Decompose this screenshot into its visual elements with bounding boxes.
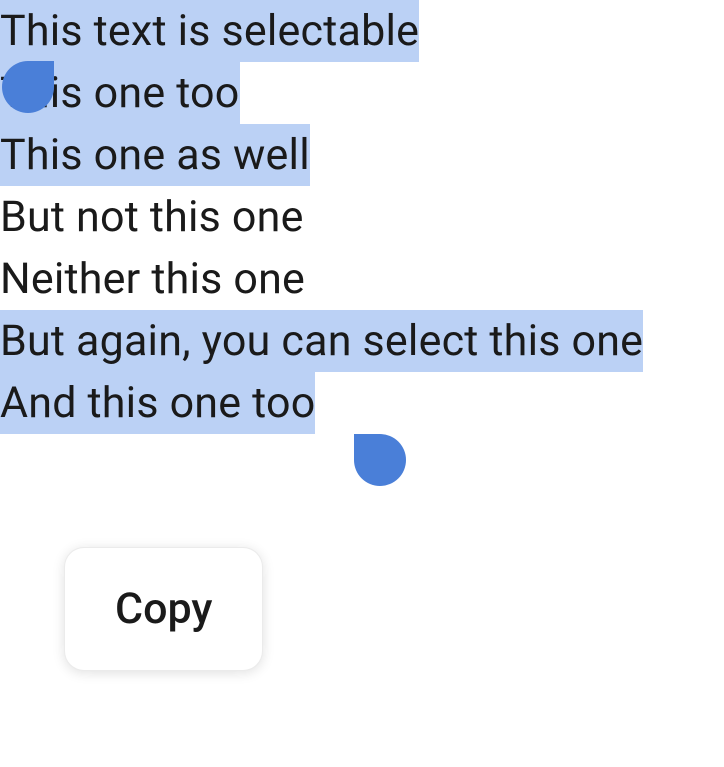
text-line-content[interactable]: But again, you can select this one xyxy=(0,310,643,372)
text-line[interactable]: This one as well xyxy=(0,124,724,186)
text-line-content[interactable]: This one as well xyxy=(0,124,310,186)
selection-start-handle-icon[interactable] xyxy=(2,61,54,113)
text-line-content[interactable]: Neither this one xyxy=(0,248,305,310)
text-line-content[interactable]: But not this one xyxy=(0,186,304,248)
text-line[interactable]: But again, you can select this one xyxy=(0,310,724,372)
text-line[interactable]: This text is selectable xyxy=(0,0,724,62)
text-line[interactable]: This one too xyxy=(0,62,724,124)
text-line[interactable]: Neither this one xyxy=(0,248,724,310)
text-line-content[interactable]: This text is selectable xyxy=(0,0,419,62)
selection-end-handle-icon[interactable] xyxy=(354,434,406,486)
text-line[interactable]: And this one too xyxy=(0,372,724,434)
text-line[interactable]: But not this one xyxy=(0,186,724,248)
copy-button[interactable]: Copy xyxy=(64,547,263,671)
copy-button-label: Copy xyxy=(115,584,212,634)
text-line-content[interactable]: And this one too xyxy=(0,372,315,434)
text-container: This text is selectable This one too Thi… xyxy=(0,0,724,434)
